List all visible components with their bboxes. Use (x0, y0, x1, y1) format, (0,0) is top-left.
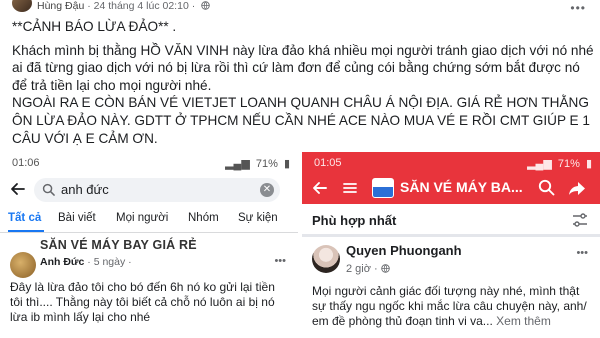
post-meta[interactable]: · 24 tháng 4 lúc 02:10 · (87, 0, 195, 12)
post-body: **CẢNH BÁO LỪA ĐẢO** . Khách mình bị thằ… (12, 18, 594, 147)
group-post-text: Mọi người cảnh giác đối tượng này nhé, m… (312, 284, 594, 330)
globe-icon (201, 1, 210, 10)
battery-icon: ▮ (283, 158, 290, 170)
result-author[interactable]: Anh Đức (40, 256, 84, 268)
tab-events[interactable]: Sự kiện (238, 212, 278, 224)
avatar[interactable] (312, 245, 340, 273)
post-paragraph-ad: NGOÀI RA E CÒN BÁN VÉ VIETJET LOANH QUAN… (12, 95, 590, 146)
post-header: Hùng Đậu · 24 tháng 4 lúc 02:10 · ••• (0, 0, 600, 15)
filter-row: Phù hợp nhất (302, 208, 600, 234)
app-header: 01:05 ▂▄▆ 71% ▮ SĂN VÉ MÁY BA... (302, 152, 600, 204)
hamburger-menu-icon[interactable] (342, 180, 358, 196)
status-bar: 01:05 ▂▄▆ 71% ▮ (302, 152, 600, 172)
battery-icon: ▮ (585, 158, 592, 170)
back-arrow-icon[interactable] (312, 180, 328, 196)
see-more-link[interactable]: Xem thêm (496, 314, 551, 328)
search-row: anh đức ✕ (0, 178, 298, 204)
avatar[interactable] (12, 0, 32, 12)
avatar[interactable] (10, 252, 36, 278)
more-horizontal-icon[interactable]: ••• (274, 255, 286, 267)
more-horizontal-icon[interactable]: ••• (576, 247, 588, 259)
page-title[interactable]: SĂN VÉ MÁY BAY GIÁ RẺ (40, 238, 197, 252)
tab-groups[interactable]: Nhóm (188, 212, 219, 224)
filter-icon[interactable] (572, 213, 588, 227)
share-icon[interactable] (568, 179, 586, 197)
tab-posts[interactable]: Bài viết (58, 212, 96, 224)
tab-all[interactable]: Tất cả (8, 212, 41, 224)
tab-people[interactable]: Mọi người (116, 212, 168, 224)
section-divider (302, 234, 600, 237)
sort-label[interactable]: Phù hợp nhất (312, 213, 396, 228)
group-title[interactable]: SĂN VÉ MÁY BA... (400, 179, 523, 195)
search-result-post[interactable]: SĂN VÉ MÁY BAY GIÁ RẺ Anh Đức · 5 ngày ·… (0, 234, 298, 338)
search-icon (42, 183, 55, 196)
search-input[interactable]: anh đức ✕ (34, 178, 280, 202)
result-time: · 5 ngày · (87, 256, 132, 268)
status-icons: ▂▄▆ 71% ▮ (222, 157, 290, 170)
post-author[interactable]: Hùng Đậu (37, 0, 84, 12)
screenshot-group-page: 01:05 ▂▄▆ 71% ▮ SĂN VÉ MÁY BA... Phù hợp… (302, 152, 600, 338)
search-tabs: Tất cả Bài viết Mọi người Nhóm Sự kiện (0, 212, 298, 232)
more-horizontal-icon[interactable]: ••• (570, 1, 586, 15)
post-paragraph-warning: Khách mình bị thằng HỒ VĂN VINH này lừa … (12, 42, 594, 93)
post-time: 2 giờ · (346, 263, 390, 275)
screenshot-search-results: 01:06 ▂▄▆ 71% ▮ anh đức ✕ Tất cả Bài viế… (0, 152, 298, 338)
search-icon[interactable] (538, 179, 555, 196)
post-time-text: 2 giờ · (346, 263, 378, 275)
tabs-divider (0, 232, 298, 233)
active-tab-indicator (8, 230, 44, 232)
clear-icon[interactable]: ✕ (260, 183, 274, 197)
battery-level: 71% (255, 158, 278, 170)
search-value: anh đức (61, 182, 109, 197)
post-paragraph-alert: **CẢNH BÁO LỪA ĐẢO** . (12, 19, 177, 34)
group-post[interactable]: Quyen Phuonganh 2 giờ · ••• Mọi người cả… (302, 238, 600, 338)
back-arrow-icon[interactable] (10, 181, 26, 197)
status-bar: 01:06 ▂▄▆ 71% ▮ (0, 152, 298, 172)
group-logo[interactable] (372, 178, 394, 198)
status-time: 01:05 (314, 157, 342, 169)
app-bar: SĂN VÉ MÁY BA... (302, 174, 600, 204)
post-user-name[interactable]: Quyen Phuonganh (346, 243, 462, 258)
signal-icon: ▂▄▆ (527, 158, 552, 170)
result-text: Đây là lừa đảo tôi cho bó đến 6h nó ko g… (10, 280, 275, 324)
status-time: 01:06 (12, 157, 40, 169)
globe-icon (381, 264, 390, 273)
status-icons: ▂▄▆ 71% ▮ (524, 157, 592, 170)
signal-icon: ▂▄▆ (225, 158, 250, 170)
battery-level: 71% (557, 158, 580, 170)
result-meta: Anh Đức · 5 ngày · (40, 256, 132, 268)
post-author-line: Hùng Đậu · 24 tháng 4 lúc 02:10 · (37, 0, 210, 12)
